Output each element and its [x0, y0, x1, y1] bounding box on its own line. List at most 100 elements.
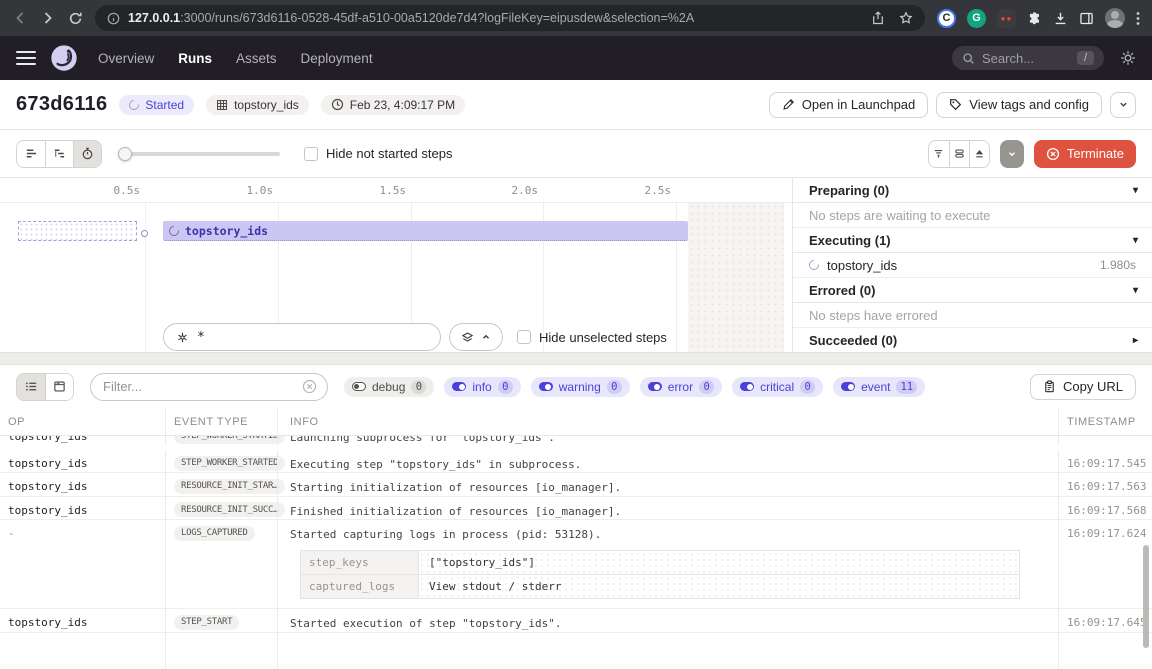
toggle-icon: [452, 382, 466, 391]
log-scrollbar-thumb[interactable]: [1143, 545, 1149, 648]
log-level-pill-event[interactable]: event11: [833, 377, 925, 397]
col-header-info: INFO: [277, 408, 1058, 435]
status-section-header[interactable]: Errored (0)▾: [793, 278, 1152, 303]
browser-menu-icon[interactable]: [1136, 11, 1140, 26]
view-flat-icon[interactable]: [17, 141, 45, 167]
log-level-pill-critical[interactable]: critical0: [732, 377, 823, 397]
log-table-row[interactable]: topstory_idsSTEP_WORKER_STARTI…Launching…: [0, 436, 1152, 445]
extension-icon-3[interactable]: ●●: [997, 9, 1016, 28]
log-filter-input[interactable]: Filter...: [90, 373, 328, 401]
log-info-text: Started execution of step "topstory_ids"…: [290, 616, 1046, 631]
zoom-slider-thumb[interactable]: [118, 147, 132, 161]
settings-gear-icon[interactable]: [1120, 50, 1136, 66]
run-id: 673d6116: [16, 93, 107, 116]
search-icon: [962, 52, 975, 65]
back-icon[interactable]: [12, 10, 28, 26]
status-section-header[interactable]: Preparing (0)▾: [793, 178, 1152, 203]
nav-item-overview[interactable]: Overview: [98, 51, 154, 66]
gantt-step-bar[interactable]: topstory_ids: [163, 221, 688, 241]
nav-item-assets[interactable]: Assets: [236, 51, 277, 66]
log-op-cell: -: [0, 520, 165, 608]
extensions-puzzle-icon[interactable]: [1027, 11, 1042, 26]
screen: 127.0.0.1:3000/runs/673d6116-0528-45df-a…: [0, 0, 1152, 669]
menu-icon[interactable]: [16, 51, 36, 66]
collapse-panel-button[interactable]: [449, 323, 503, 351]
log-view-mode-group: [16, 373, 74, 401]
log-level-pill-debug[interactable]: debug0: [344, 377, 434, 397]
zoom-slider[interactable]: [118, 147, 280, 161]
panel-divider[interactable]: [0, 352, 1152, 365]
job-name-tag[interactable]: topstory_ids: [206, 95, 309, 115]
terminate-button[interactable]: Terminate: [1034, 140, 1136, 168]
download-icon[interactable]: [1053, 11, 1068, 26]
clear-filter-icon[interactable]: [302, 379, 317, 394]
bookmark-star-icon[interactable]: [899, 11, 913, 25]
view-structured-icon[interactable]: [45, 374, 73, 400]
forward-icon[interactable]: [40, 10, 56, 26]
status-section-empty-text: No steps are waiting to execute: [793, 203, 1152, 228]
status-section-title: Errored (0): [809, 283, 875, 298]
run-start-time-tag[interactable]: Feb 23, 4:09:17 PM: [321, 95, 465, 115]
log-table-row[interactable]: topstory_idsRESOURCE_INIT_SUCC…Finished …: [0, 497, 1152, 520]
view-tags-config-button[interactable]: View tags and config: [936, 92, 1102, 118]
reload-icon[interactable]: [68, 11, 83, 26]
status-section-header[interactable]: Executing (1)▾: [793, 228, 1152, 253]
log-table-row[interactable]: topstory_idsSTEP_STARTStarted execution …: [0, 609, 1152, 632]
log-op-cell: topstory_ids: [0, 473, 165, 495]
step-spinner-icon: [807, 258, 821, 272]
log-table-row[interactable]: -LOGS_CAPTURED Started capturing logs in …: [0, 520, 1152, 609]
log-level-label: info: [472, 380, 491, 394]
log-info-cell: Started capturing logs in process (pid: …: [277, 520, 1058, 608]
log-level-pill-warning[interactable]: warning0: [531, 377, 630, 397]
collapse-rows-icon[interactable]: [949, 141, 969, 167]
log-info-cell: Launching subprocess for "topstory_ids".: [277, 436, 1058, 445]
hide-unselected-checkbox[interactable]: [517, 330, 531, 344]
view-timing-icon[interactable]: [73, 141, 101, 167]
view-waterfall-icon[interactable]: [45, 141, 73, 167]
browser-chrome: 127.0.0.1:3000/runs/673d6116-0528-45df-a…: [0, 0, 1152, 36]
dagster-logo[interactable]: [50, 44, 78, 72]
address-bar[interactable]: 127.0.0.1:3000/runs/673d6116-0528-45df-a…: [95, 5, 925, 31]
log-level-pill-info[interactable]: info0: [444, 377, 520, 397]
tag-icon: [949, 98, 962, 111]
sidebar-icon[interactable]: [1079, 11, 1094, 26]
header-more-actions-button[interactable]: [1110, 92, 1136, 118]
log-op-cell: topstory_ids: [0, 450, 165, 472]
extension-icon-grammarly[interactable]: G: [967, 9, 986, 28]
nav-item-deployment[interactable]: Deployment: [301, 51, 373, 66]
metadata-value[interactable]: View stdout / stderr: [419, 575, 1019, 598]
reexecute-caret-icon[interactable]: [1000, 140, 1024, 168]
log-table-row[interactable]: topstory_idsSTEP_WORKER_STARTEDExecuting…: [0, 450, 1152, 473]
metadata-row: step_keys["topstory_ids"]: [301, 551, 1019, 574]
log-level-filters: debug0 info0 warning0 error0 critical0 event1…: [344, 377, 925, 397]
log-table-row[interactable]: topstory_idsRESOURCE_INIT_STAR…Starting …: [0, 473, 1152, 496]
gantt-pending-box: [18, 221, 137, 241]
log-info-cell: Executing step "topstory_ids" in subproc…: [277, 450, 1058, 472]
op-selection-input[interactable]: *: [163, 323, 441, 351]
status-section-empty-text: No steps have errored: [793, 303, 1152, 328]
hide-not-started-checkbox[interactable]: [304, 147, 318, 161]
app-nav: Overview Runs Assets Deployment Search... /: [0, 36, 1152, 80]
view-list-icon[interactable]: [17, 374, 45, 400]
share-icon[interactable]: [871, 11, 885, 25]
log-level-pill-error[interactable]: error0: [640, 377, 722, 397]
metadata-row: captured_logsView stdout / stderr: [301, 574, 1019, 598]
filter-funnel-icon[interactable]: [929, 141, 949, 167]
open-launchpad-button[interactable]: Open in Launchpad: [769, 92, 928, 118]
event-type-badge: LOGS_CAPTURED: [174, 526, 255, 541]
event-type-badge: STEP_WORKER_STARTI…: [174, 436, 285, 444]
copy-url-button[interactable]: Copy URL: [1030, 374, 1136, 400]
site-info-icon[interactable]: [107, 12, 120, 25]
step-spinner-icon: [167, 223, 181, 237]
status-section-header[interactable]: Succeeded (0)▸: [793, 328, 1152, 352]
clock-icon: [331, 98, 344, 111]
eject-icon[interactable]: [969, 141, 989, 167]
nav-item-runs[interactable]: Runs: [178, 51, 212, 66]
profile-avatar[interactable]: [1105, 8, 1125, 28]
extension-icon-1[interactable]: C: [937, 9, 956, 28]
log-info-cell: Starting initialization of resources [io…: [277, 473, 1058, 495]
toggle-icon: [841, 382, 855, 391]
status-step-row[interactable]: topstory_ids1.980s: [793, 253, 1152, 278]
search-input[interactable]: Search... /: [952, 46, 1104, 70]
col-header-timestamp: TIMESTAMP: [1058, 408, 1152, 435]
